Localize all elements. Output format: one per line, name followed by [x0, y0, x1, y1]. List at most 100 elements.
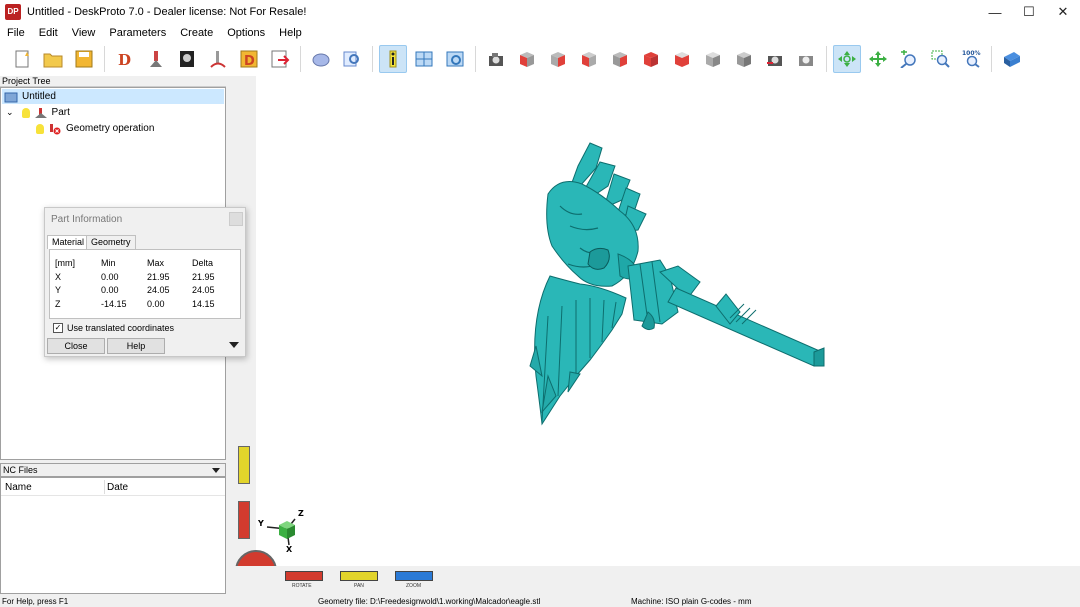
save-button[interactable]: [70, 45, 98, 73]
view-right-icon: [582, 52, 596, 67]
view-back-button[interactable]: [606, 45, 634, 73]
chevron-down-icon[interactable]: ⌄: [6, 105, 14, 120]
create-toolpath-icon: [210, 51, 226, 68]
checkbox-check-icon[interactable]: ✓: [53, 323, 63, 333]
eagle-model: [529, 142, 825, 426]
rotate-slider-vertical[interactable]: [238, 501, 250, 539]
menu-create[interactable]: Create: [173, 27, 220, 39]
title-bar: DP Untitled - DeskProto 7.0 - Dealer lic…: [0, 0, 1080, 24]
close-button[interactable]: Close: [47, 338, 105, 354]
export-icon: [271, 50, 290, 68]
zoom-in-button[interactable]: [895, 45, 923, 73]
dropdown-arrow-icon[interactable]: [212, 468, 220, 473]
zoom-slider[interactable]: [395, 571, 433, 581]
rotate-button[interactable]: [833, 45, 861, 73]
help-book-button[interactable]: [998, 45, 1026, 73]
tile-view-button[interactable]: [410, 45, 438, 73]
window-title: Untitled - DeskProto 7.0 - Dealer licens…: [27, 6, 307, 18]
toolbar-separator: [991, 46, 992, 72]
view-right-button[interactable]: [575, 45, 603, 73]
wizard-2d-button[interactable]: [142, 45, 170, 73]
simulate-button[interactable]: [307, 45, 335, 73]
tree-item-geometry-operation[interactable]: Geometry operation: [36, 121, 154, 136]
view-iso-button[interactable]: [668, 45, 696, 73]
wizard-bitmap-button[interactable]: [173, 45, 201, 73]
3d-viewport[interactable]: [230, 76, 1080, 566]
view-shaded-button[interactable]: [730, 45, 758, 73]
axis-indicator: Z Y X: [257, 509, 304, 554]
minimize-button[interactable]: —: [978, 0, 1012, 24]
pan-button[interactable]: [864, 45, 892, 73]
zoom-100-button[interactable]: 100%: [957, 45, 985, 73]
help-button[interactable]: Help: [107, 338, 165, 354]
tree-item-untitled[interactable]: Untitled: [2, 89, 224, 104]
dialog-close-button[interactable]: [229, 212, 243, 226]
toolbar-separator: [372, 46, 373, 72]
info-button[interactable]: [379, 45, 407, 73]
view-iso-icon: [675, 52, 689, 67]
nc-files-list[interactable]: Name Date: [0, 477, 226, 594]
export-button[interactable]: [266, 45, 294, 73]
view-iso2-icon: [706, 52, 720, 67]
menu-view[interactable]: View: [65, 27, 103, 39]
view-top-button[interactable]: [482, 45, 510, 73]
part-information-dialog: Part Information Material Geometry [mm] …: [44, 207, 246, 357]
preview-button[interactable]: [338, 45, 366, 73]
checkbox-label: Use translated coordinates: [67, 323, 175, 333]
render-alt-button[interactable]: [792, 45, 820, 73]
svg-text:D: D: [244, 54, 255, 68]
new-button[interactable]: [8, 45, 36, 73]
render-button[interactable]: [761, 45, 789, 73]
view-left-button[interactable]: [544, 45, 572, 73]
view-iso2-button[interactable]: [699, 45, 727, 73]
tree-item-part[interactable]: ⌄ Part: [6, 105, 70, 120]
dialog-title: Part Information: [51, 214, 123, 225]
project-tree-header: Project Tree: [0, 76, 226, 87]
menu-bar: File Edit View Parameters Create Options…: [0, 24, 1080, 42]
column-divider[interactable]: [104, 480, 105, 494]
view-back-icon: [613, 52, 627, 67]
status-bar: For Help, press F1 Geometry file: D:\Fre…: [0, 597, 1080, 607]
wizard-vector-button[interactable]: D: [235, 45, 263, 73]
camera-view-button[interactable]: [441, 45, 469, 73]
column-header-name[interactable]: Name: [5, 482, 32, 493]
menu-parameters[interactable]: Parameters: [102, 27, 173, 39]
axis-x-label: X: [286, 545, 293, 554]
view-front-button[interactable]: [513, 45, 541, 73]
maximize-button[interactable]: ☐: [1012, 0, 1046, 24]
pan-slider[interactable]: [340, 571, 378, 581]
create-toolpath-button[interactable]: [204, 45, 232, 73]
svg-text:D: D: [118, 51, 131, 68]
open-icon: [43, 53, 63, 68]
expand-arrow-icon[interactable]: [229, 342, 239, 348]
bulb-icon[interactable]: [21, 107, 30, 118]
menu-file[interactable]: File: [0, 27, 32, 39]
tab-material[interactable]: Material: [47, 235, 90, 249]
menu-options[interactable]: Options: [220, 27, 272, 39]
main-toolbar: D D 100%: [0, 42, 1080, 76]
toolbar-separator: [300, 46, 301, 72]
bulb-icon[interactable]: [36, 123, 44, 134]
zoom-window-button[interactable]: [926, 45, 954, 73]
open-button[interactable]: [39, 45, 67, 73]
pan-slider-vertical[interactable]: [238, 446, 250, 484]
table-cell: X: [55, 272, 62, 282]
app-icon: DP: [5, 4, 21, 20]
menu-edit[interactable]: Edit: [32, 27, 65, 39]
model-render[interactable]: [230, 76, 1080, 566]
wizard-3d-button[interactable]: D: [111, 45, 139, 73]
tab-geometry[interactable]: Geometry: [86, 235, 136, 249]
menu-help[interactable]: Help: [272, 27, 309, 39]
wizard-vector-icon: D: [240, 50, 258, 68]
view-bottom-icon: [644, 52, 658, 67]
table-header: [mm]: [55, 258, 75, 268]
column-header-date[interactable]: Date: [107, 482, 128, 493]
view-bottom-button[interactable]: [637, 45, 665, 73]
rotate-slider[interactable]: [285, 571, 323, 581]
use-translated-checkbox[interactable]: ✓ Use translated coordinates: [53, 323, 174, 333]
nc-files-header[interactable]: NC Files: [0, 463, 226, 477]
wizard-bitmap-icon: [180, 51, 194, 67]
close-window-button[interactable]: ✕: [1046, 0, 1080, 24]
part-icon: [34, 107, 47, 118]
status-help: For Help, press F1: [2, 597, 69, 606]
